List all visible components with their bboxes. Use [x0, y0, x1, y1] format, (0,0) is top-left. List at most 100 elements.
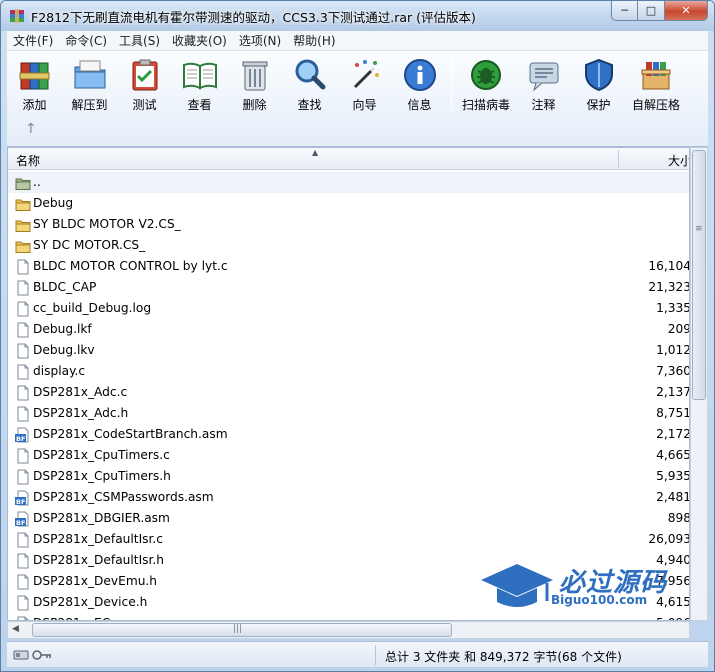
file-row[interactable]: DSP281x_CpuTimers.c 4,665	[8, 445, 690, 466]
scroll-left-icon[interactable]: ◀	[12, 624, 19, 634]
menu-commands[interactable]: 命令(C)	[59, 32, 113, 49]
file-row[interactable]: Debug.lkf 209	[8, 319, 690, 340]
file-row[interactable]: cc_build_Debug.log 1,335	[8, 298, 690, 319]
file-row[interactable]: DSP281x_DefaultIsr.c 26,093	[8, 529, 690, 550]
file-size: 1,335	[656, 301, 690, 315]
file-size: 16,104	[648, 259, 690, 273]
file-icon	[15, 385, 31, 401]
file-row[interactable]: BLDC_CAP 21,323	[8, 277, 690, 298]
maximize-button[interactable]: □	[638, 1, 664, 21]
asm-file-icon: BF	[15, 490, 31, 506]
file-name: ..	[33, 175, 41, 189]
file-name: DSP281x_CodeStartBranch.asm	[33, 427, 228, 441]
title-bar[interactable]: F2812下无刷直流电机有霍尔带测速的驱动，CCS3.3下测试通过.rar (评…	[1, 1, 714, 31]
file-icon	[15, 364, 31, 380]
file-size: 26,093	[648, 532, 690, 546]
wizard-wand-icon	[353, 60, 379, 89]
sort-ascending-icon: ▲	[312, 148, 319, 157]
info-icon	[403, 59, 436, 91]
file-size: 4,665	[656, 448, 690, 462]
test-label: 测试	[132, 98, 157, 112]
test-clipboard-icon	[132, 59, 157, 91]
file-icon	[15, 280, 31, 296]
file-name: DSP281x_DefaultIsr.c	[33, 532, 163, 546]
file-size: 209	[667, 322, 690, 336]
file-row[interactable]: display.c 7,360	[8, 361, 689, 382]
winrar-app-icon	[10, 9, 24, 23]
extract-button[interactable]: 解压到	[62, 55, 117, 113]
window-title: F2812下无刷直流电机有霍尔带测速的驱动，CCS3.3下测试通过.rar (评…	[31, 10, 476, 25]
file-row[interactable]: DSP281x_Adc.h 8,751	[8, 403, 690, 424]
add-button[interactable]: 添加	[7, 55, 62, 113]
file-row[interactable]: SY BLDC MOTOR V2.CS_	[8, 214, 689, 235]
up-folder-icon	[15, 175, 31, 191]
file-icon	[15, 469, 31, 485]
menu-favorites[interactable]: 收藏夹(O)	[166, 32, 233, 49]
view-book-icon	[182, 62, 217, 90]
menu-bar: 文件(F) 命令(C) 工具(S) 收藏夹(O) 选项(N) 帮助(H)	[7, 31, 708, 51]
magnifier-icon	[295, 59, 325, 90]
file-row[interactable]: BF DSP281x_DBGIER.asm 898	[8, 508, 690, 529]
menu-options[interactable]: 选项(N)	[233, 32, 287, 49]
file-row[interactable]: BF DSP281x_CodeStartBranch.asm 2,172	[8, 424, 690, 445]
file-row[interactable]: DSP281x_CpuTimers.h 5,935	[8, 466, 689, 487]
file-row[interactable]: ..	[8, 172, 689, 193]
column-name-header[interactable]: 名称	[16, 152, 40, 169]
file-size: 898	[667, 511, 690, 525]
close-button[interactable]: ✕	[664, 1, 708, 21]
test-button[interactable]: 测试	[117, 55, 172, 113]
vertical-scroll-thumb[interactable]	[692, 150, 706, 400]
file-name: Debug.lkv	[33, 343, 95, 357]
scroll-grip-icon: ≡	[695, 224, 703, 234]
file-icon	[15, 259, 31, 275]
find-button[interactable]: 查找	[282, 55, 337, 113]
svg-text:BF: BF	[16, 519, 25, 527]
column-divider[interactable]	[618, 150, 619, 168]
comment-button[interactable]: 注释	[516, 55, 571, 113]
trash-can-icon	[242, 61, 267, 91]
file-name: DSP281x_CSMPasswords.asm	[33, 490, 214, 504]
file-name: DSP281x_DevEmu.h	[33, 574, 158, 588]
file-row[interactable]: Debug	[8, 193, 689, 214]
file-icon	[15, 322, 31, 338]
shield-icon	[584, 58, 613, 92]
file-size: 2,172	[656, 427, 690, 441]
protect-button[interactable]: 保护	[571, 55, 626, 113]
file-row[interactable]: SY DC MOTOR.CS_	[8, 235, 689, 256]
file-icon	[15, 343, 31, 359]
file-rows: .. Debug SY BLDC MOTOR V2.CS_ SY DC MOTOR.C…	[8, 172, 690, 620]
up-folder-arrow-icon[interactable]: ↑	[25, 121, 37, 137]
file-size: 8,751	[656, 406, 690, 420]
file-icon	[15, 448, 31, 464]
app-window: F2812下无刷直流电机有霍尔带测速的驱动，CCS3.3下测试通过.rar (评…	[0, 0, 715, 672]
file-size: 2,137	[656, 385, 690, 399]
horizontal-scroll-thumb[interactable]: |||	[32, 623, 452, 637]
file-row[interactable]: Debug.lkv 1,012	[8, 340, 689, 361]
horizontal-scrollbar[interactable]: ◀ |||	[7, 621, 690, 639]
comment-label: 注释	[531, 98, 556, 112]
virus-scan-label: 扫描病毒	[461, 98, 510, 112]
file-row[interactable]: BF DSP281x_CSMPasswords.asm 2,481	[8, 487, 689, 508]
delete-button[interactable]: 删除	[227, 55, 282, 113]
file-row[interactable]: DSP281x_Adc.c 2,137	[8, 382, 690, 403]
menu-help[interactable]: 帮助(H)	[287, 32, 341, 49]
minimize-button[interactable]: ─	[611, 1, 638, 21]
file-icon	[15, 574, 31, 590]
column-size-header[interactable]: 大小	[668, 152, 689, 169]
wizard-button[interactable]: 向导	[337, 55, 392, 113]
file-name: SY DC MOTOR.CS_	[33, 238, 146, 252]
menu-tools[interactable]: 工具(S)	[113, 32, 166, 49]
info-button[interactable]: 信息	[392, 55, 447, 113]
column-header: ▲ 名称 大小	[8, 148, 689, 170]
view-button[interactable]: 查看	[172, 55, 227, 113]
file-name: BLDC MOTOR CONTROL by lyt.c	[33, 259, 228, 273]
file-row[interactable]: BLDC MOTOR CONTROL by lyt.c 16,104	[8, 256, 690, 277]
vertical-scrollbar[interactable]: ≡	[690, 147, 708, 621]
find-label: 查找	[297, 98, 322, 112]
sfx-button[interactable]: 自解压格	[626, 55, 686, 113]
sfx-box-icon	[641, 62, 671, 90]
file-size: 21,323	[648, 280, 690, 294]
menu-file[interactable]: 文件(F)	[7, 32, 59, 49]
virus-scan-button[interactable]: 扫描病毒	[456, 55, 516, 113]
file-icon	[15, 532, 31, 548]
